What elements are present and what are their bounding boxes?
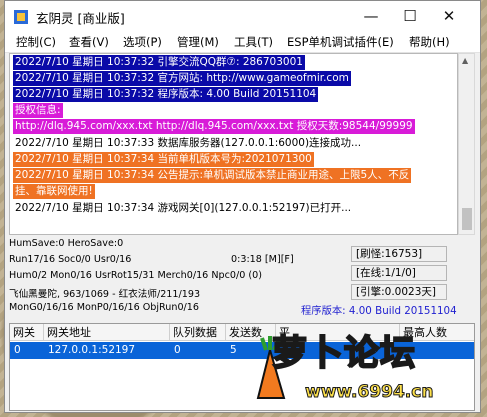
col-gateway[interactable]: 网关 bbox=[10, 324, 44, 341]
menu-options[interactable]: 选项(P) bbox=[123, 34, 162, 50]
log-line: 2022/7/10 星期日 10:37:32 程序版本: 4.00 Build … bbox=[13, 87, 319, 102]
scroll-thumb[interactable] bbox=[462, 208, 472, 230]
uptime: 0:3:18 [M][F] bbox=[231, 254, 294, 265]
title-bar[interactable]: 玄阴灵 [商业版] — ☐ ✕ bbox=[5, 1, 480, 32]
log-line: 2022/7/10 星期日 10:37:34 游戏网关[0](127.0.0.1… bbox=[15, 202, 352, 214]
log-scrollbar[interactable]: ▲ bbox=[458, 53, 475, 235]
log-panel[interactable]: 2022/7/10 星期日 10:37:32 引擎交流QQ群⑦: 2867030… bbox=[9, 53, 458, 235]
version-label: 程序版本: 4.00 Build 20151104 bbox=[301, 305, 457, 317]
watermark-url: www.6994.cn bbox=[304, 382, 434, 403]
menu-esp-plugin[interactable]: ESP单机调试插件(E) bbox=[287, 34, 394, 50]
stat-mon-gen: MonG0/16/16 MonP0/16/16 ObjRun0/16 bbox=[9, 302, 199, 313]
watermark-text: 萝卜论坛 bbox=[271, 333, 417, 375]
menu-bar: 控制(C) 查看(V) 选项(P) 管理(M) 工具(T) ESP单机调试插件(… bbox=[5, 32, 480, 53]
col-queue[interactable]: 队列数据 bbox=[170, 324, 226, 341]
stat-hum: Hum0/2 Mon0/16 UsrRot15/31 Merch0/16 Npc… bbox=[9, 270, 262, 281]
log-line: 2022/7/10 星期日 10:37:32 官方网站: http://www.… bbox=[13, 71, 351, 86]
log-line: 授权信息: bbox=[13, 103, 63, 118]
cell-gateway: 0 bbox=[14, 344, 21, 356]
stat-run: Run17/16 Soc0/0 Usr0/16 bbox=[9, 254, 132, 265]
menu-manage[interactable]: 管理(M) bbox=[177, 34, 219, 50]
stat-save: HumSave:0 HeroSave:0 bbox=[9, 238, 124, 249]
cell-queue: 0 bbox=[174, 344, 181, 356]
menu-control[interactable]: 控制(C) bbox=[16, 34, 56, 50]
scroll-up-icon[interactable]: ▲ bbox=[462, 56, 468, 65]
log-line: 2022/7/10 星期日 10:37:32 引擎交流QQ群⑦: 2867030… bbox=[13, 55, 305, 70]
engine-time: [引擎:0.0023天] bbox=[351, 284, 447, 300]
cell-address: 127.0.0.1:52197 bbox=[48, 344, 136, 356]
log-line: 2022/7/10 星期日 10:37:34 公告提示:单机调试版本禁止商业用途… bbox=[13, 168, 412, 183]
maximize-button[interactable]: ☐ bbox=[391, 1, 429, 32]
col-address[interactable]: 网关地址 bbox=[44, 324, 170, 341]
app-icon bbox=[14, 10, 28, 24]
log-line: 2022/7/10 星期日 10:37:34 当前单机版本号为:20210713… bbox=[13, 152, 314, 167]
close-button[interactable]: ✕ bbox=[430, 1, 468, 32]
cell-sent: 5 bbox=[230, 344, 237, 356]
online-count: [在线:1/1/0] bbox=[351, 265, 447, 281]
menu-help[interactable]: 帮助(H) bbox=[409, 34, 450, 50]
log-line: http://dlq.945.com/xxx.txt http://dlq.94… bbox=[13, 119, 415, 134]
log-line: 2022/7/10 星期日 10:37:33 数据库服务器(127.0.0.1:… bbox=[15, 137, 362, 149]
refresh-count: [刷怪:16753] bbox=[351, 246, 447, 262]
minimize-button[interactable]: — bbox=[352, 1, 390, 32]
menu-tools[interactable]: 工具(T) bbox=[234, 34, 273, 50]
window-title: 玄阴灵 [商业版] bbox=[36, 11, 125, 26]
stat-monster: 飞仙黑曼陀, 963/1069 - 红衣法师/211/193 bbox=[9, 289, 201, 300]
menu-view[interactable]: 查看(V) bbox=[69, 34, 109, 50]
log-line: 挂、靠联网使用! bbox=[13, 184, 95, 199]
